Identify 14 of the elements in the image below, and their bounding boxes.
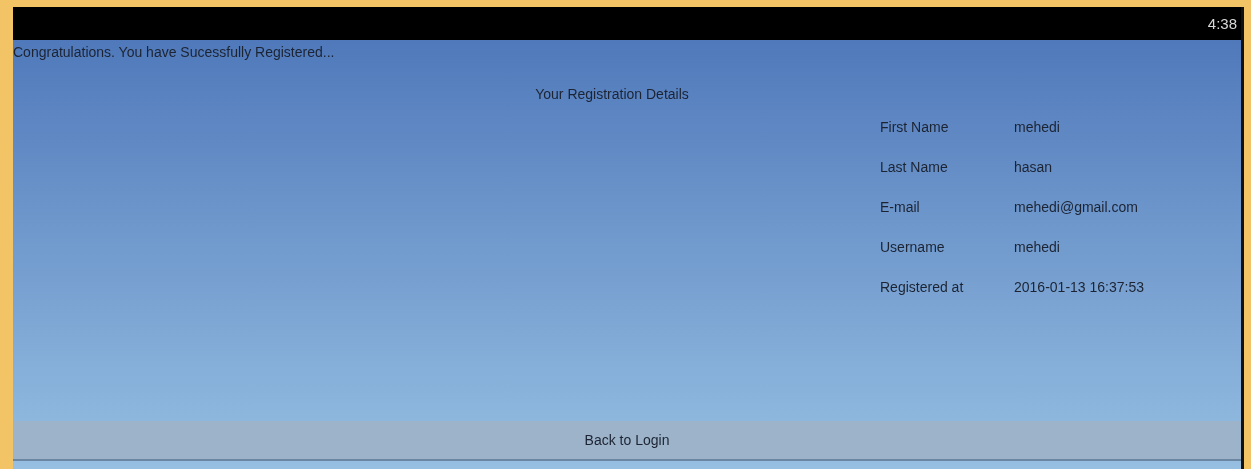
field-label: First Name [880,119,950,135]
field-value: mehedi [1014,119,1061,135]
back-to-login-button[interactable]: Back to Login [13,421,1241,461]
field-label: Username [880,239,946,255]
field-value: mehedi [1014,239,1061,255]
field-value: hasan [1014,159,1054,175]
field-label: Registered at [880,279,965,295]
field-label: E-mail [880,199,921,215]
field-label: Last Name [880,159,949,175]
field-value: 2016-01-13 16:37:53 [1014,279,1145,295]
clock-time: 4:38 [1207,15,1237,32]
details-title: Your Registration Details [534,86,690,102]
field-value: mehedi@gmail.com [1014,199,1139,215]
success-message: Congratulations. You have Sucessfully Registered... [13,43,336,62]
